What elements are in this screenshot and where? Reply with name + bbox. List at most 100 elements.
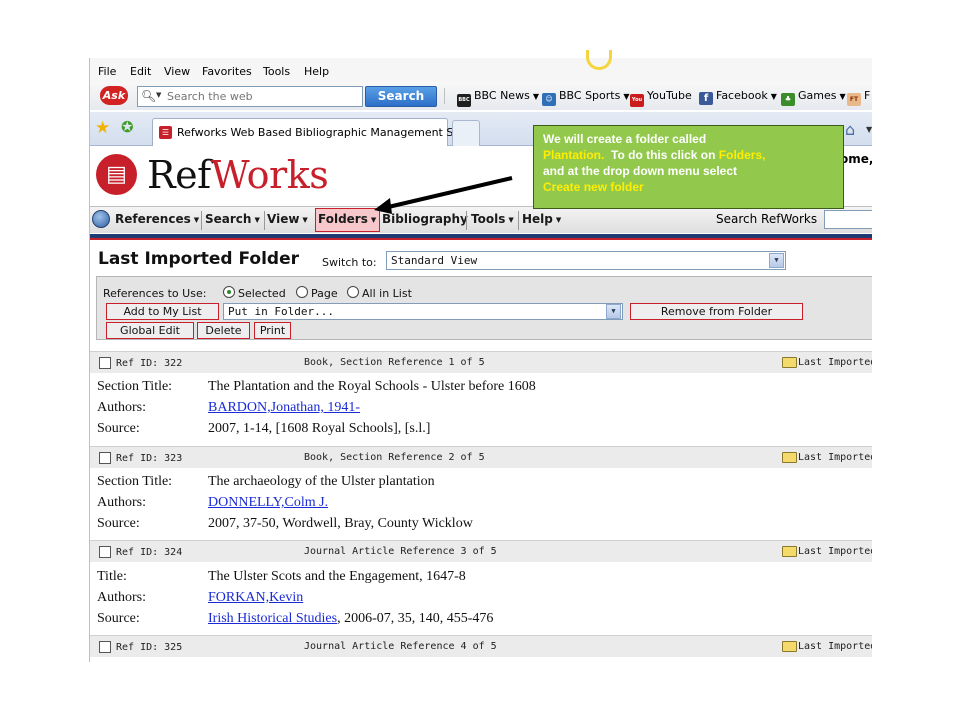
bookmark-bbc-sports[interactable]: ☺ BBC Sports ▼ xyxy=(542,89,630,106)
reference-checkbox[interactable] xyxy=(99,357,111,369)
references-to-use-label: References to Use: xyxy=(103,287,207,300)
author-link[interactable]: BARDON,Jonathan, 1941- xyxy=(208,400,360,415)
print-button[interactable]: Print xyxy=(254,322,291,339)
welcome-text: ome, xyxy=(840,152,872,166)
radio-all-in-list[interactable] xyxy=(347,286,359,298)
field-label: Authors: xyxy=(97,590,146,605)
add-favorite-icon[interactable]: ✪ xyxy=(121,118,134,136)
put-in-folder-select[interactable]: Put in Folder... ▼ xyxy=(223,303,623,320)
menu-view[interactable]: View xyxy=(164,65,190,78)
nav-help[interactable]: Help ▼ xyxy=(522,212,561,226)
view-select[interactable]: Standard View ▼ xyxy=(386,251,786,270)
web-search-input[interactable] xyxy=(167,89,357,104)
radio-selected[interactable] xyxy=(223,286,235,298)
search-refworks-label: Search RefWorks xyxy=(716,212,818,226)
ft-icon: FT xyxy=(847,93,861,106)
nav-view[interactable]: View ▼ xyxy=(267,212,308,226)
ref-id: Ref ID: 322 xyxy=(116,358,183,369)
bookmark-games[interactable]: ♣ Games ▼ xyxy=(781,89,846,106)
nav-search[interactable]: Search ▼ xyxy=(205,212,260,226)
nav-label: Search xyxy=(205,212,252,226)
field-label: Section Title: xyxy=(97,379,173,394)
radio-page[interactable] xyxy=(296,286,308,298)
radio-all-label: All in List xyxy=(362,287,412,300)
field-value: 2007, 37-50, Wordwell, Bray, County Wick… xyxy=(208,516,473,531)
folder-icon xyxy=(782,357,797,368)
new-tab-button[interactable] xyxy=(452,120,480,146)
chevron-down-icon[interactable]: ▼ xyxy=(606,304,621,319)
nav-label: Folders xyxy=(318,212,368,226)
callout-highlight: Create new folder xyxy=(543,180,644,194)
author-link[interactable]: FORKAN,Kevin xyxy=(208,590,303,605)
nav-label: Help xyxy=(522,212,553,226)
ask-logo-icon[interactable]: Ask xyxy=(100,86,128,105)
refworks-favicon-icon: ☰ xyxy=(159,126,172,139)
author-link[interactable]: DONNELLY,Colm J. xyxy=(208,495,328,510)
ref-id: Ref ID: 325 xyxy=(116,642,183,653)
ref-type: Book, Section Reference 1 of 5 xyxy=(304,357,485,368)
reference-checkbox[interactable] xyxy=(99,452,111,464)
global-edit-button[interactable]: Global Edit xyxy=(106,322,194,339)
refworks-logo-icon: ▤ xyxy=(96,154,137,195)
bookmark-youtube[interactable]: You YouTube xyxy=(630,89,692,107)
nav-label: References xyxy=(115,212,191,226)
menu-favorites[interactable]: Favorites xyxy=(202,65,252,78)
web-search-box[interactable]: 🔍︎ ▼ xyxy=(137,86,363,107)
search-refworks-input[interactable] xyxy=(824,210,872,229)
favorites-star-icon[interactable]: ★ xyxy=(95,118,110,138)
instruction-callout: We will create a folder called Plantatio… xyxy=(533,125,844,209)
globe-icon[interactable] xyxy=(92,210,110,228)
reference-checkbox[interactable] xyxy=(99,641,111,653)
menu-edit[interactable]: Edit xyxy=(130,65,151,78)
ref-type: Journal Article Reference 3 of 5 xyxy=(304,546,497,557)
callout-line: We will create a folder called xyxy=(543,132,707,146)
reference-header: Ref ID: 325 Journal Article Reference 4 … xyxy=(90,635,872,657)
menu-file[interactable]: File xyxy=(98,65,116,78)
callout-line: and at the drop down menu select xyxy=(543,164,738,178)
ref-folder-link[interactable]: Last Imported xyxy=(798,641,872,652)
delete-button[interactable]: Delete xyxy=(197,322,250,339)
chevron-down-icon[interactable]: ▼ xyxy=(866,125,872,134)
remove-from-folder-button[interactable]: Remove from Folder xyxy=(630,303,803,320)
nav-label: View xyxy=(267,212,300,226)
ref-folder-link[interactable]: Last Imported xyxy=(798,452,872,463)
field-label: Section Title: xyxy=(97,474,173,489)
bookmark-ft[interactable]: FT F xyxy=(847,89,871,106)
field-value: The Ulster Scots and the Engagement, 164… xyxy=(208,569,466,584)
folder-icon xyxy=(782,546,797,557)
ref-type: Book, Section Reference 2 of 5 xyxy=(304,452,485,463)
home-icon[interactable]: ⌂ xyxy=(845,120,855,139)
pointer-arrow-icon xyxy=(374,176,513,214)
field-label: Source: xyxy=(97,611,140,626)
chevron-down-icon[interactable]: ▼ xyxy=(769,253,784,268)
add-to-my-list-button[interactable]: Add to My List xyxy=(106,303,219,320)
journal-link[interactable]: Irish Historical Studies xyxy=(208,611,337,626)
menu-tools[interactable]: Tools xyxy=(263,65,290,78)
callout-line: To do this click on xyxy=(604,148,719,162)
bookmark-bbc-news[interactable]: BBC BBC News ▼ xyxy=(457,89,539,107)
tab-refworks[interactable]: ☰ Refworks Web Based Bibliographic Manag… xyxy=(152,118,479,146)
bookmark-label: F xyxy=(864,89,871,102)
bookmark-facebook[interactable]: f Facebook ▼ xyxy=(699,89,777,105)
reference-checkbox[interactable] xyxy=(99,546,111,558)
refworks-logo: RefWorks xyxy=(147,153,329,197)
nav-references[interactable]: References ▼ xyxy=(115,212,199,226)
nav-divider xyxy=(518,211,519,230)
references-controls: References to Use: Selected Page All in … xyxy=(96,276,872,340)
chevron-down-icon[interactable]: ▼ xyxy=(156,91,161,99)
ref-folder-link[interactable]: Last Imported xyxy=(798,357,872,368)
bookmark-label: YouTube xyxy=(647,89,692,102)
youtube-icon: You xyxy=(630,94,644,107)
games-icon: ♣ xyxy=(781,93,795,106)
callout-highlight: Folders, xyxy=(718,148,766,162)
folder-icon xyxy=(782,641,797,652)
field-value: , 2006-07, 35, 140, 455-476 xyxy=(337,611,494,626)
ref-id: Ref ID: 324 xyxy=(116,547,183,558)
web-search-button[interactable]: Search xyxy=(365,86,437,107)
view-select-value: Standard View xyxy=(391,254,478,267)
menu-help[interactable]: Help xyxy=(304,65,329,78)
ref-folder-link[interactable]: Last Imported xyxy=(798,546,872,557)
switch-to-label: Switch to: xyxy=(322,256,377,269)
logo-ref-text: Ref xyxy=(147,153,211,197)
facebook-icon: f xyxy=(699,92,713,105)
